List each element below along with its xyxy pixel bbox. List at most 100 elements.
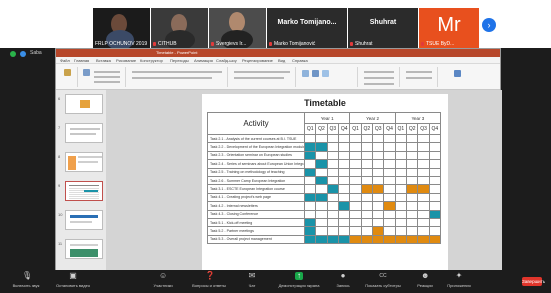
muted-mic-icon bbox=[153, 41, 156, 46]
gantt-cell bbox=[326, 192, 339, 203]
ribbon-tab[interactable]: Справка bbox=[292, 58, 308, 63]
gantt-bar-orange bbox=[372, 184, 385, 194]
gantt-cell bbox=[428, 133, 442, 144]
thumb-number: 7 bbox=[58, 125, 61, 130]
gantt-bar-teal bbox=[315, 175, 328, 186]
captions-button[interactable]: CC Показать субтитры bbox=[360, 272, 406, 288]
gantt-cell bbox=[315, 209, 328, 219]
chat-button[interactable]: ✉ Чат bbox=[242, 272, 262, 289]
gantt-row: Task 4.3 - Closing Conference bbox=[207, 209, 442, 219]
slide-thumbnail[interactable] bbox=[65, 152, 103, 172]
participant-tile[interactable]: FRLP OCHUNOV 2019 bbox=[93, 8, 150, 48]
participant-tile[interactable]: Svergievs Ir... bbox=[209, 8, 266, 48]
muted-mic-icon bbox=[421, 41, 424, 46]
quarter-header: Q4 bbox=[337, 123, 351, 135]
task-label: Task 5.2 - Partner meetings bbox=[207, 226, 305, 236]
record-button[interactable]: ● Запись bbox=[332, 272, 354, 289]
arrange-icon[interactable] bbox=[312, 70, 319, 77]
slide-thumbnail[interactable] bbox=[65, 239, 103, 259]
gantt-bar-teal bbox=[315, 159, 328, 169]
ribbon-tab[interactable]: Вид bbox=[278, 58, 285, 63]
ribbon-tab[interactable]: Файл bbox=[60, 58, 70, 63]
meeting-label: Saba bbox=[30, 50, 42, 56]
apps-button[interactable]: ✦ Приложения bbox=[442, 272, 476, 289]
muted-mic-icon bbox=[350, 41, 353, 46]
slide-thumbnail[interactable] bbox=[65, 210, 103, 230]
gantt-cell bbox=[303, 133, 317, 144]
gantt-row: Task 2.5 - Training on methodology of te… bbox=[207, 167, 442, 177]
info-icon[interactable] bbox=[20, 51, 26, 57]
gantt-cell bbox=[349, 167, 362, 177]
gantt-cell bbox=[394, 226, 408, 236]
gantt-cell bbox=[326, 226, 339, 236]
ribbon-tab[interactable]: Слайд-шоу bbox=[216, 58, 237, 63]
task-label: Task 4.3 - Closing Conference bbox=[207, 209, 305, 219]
gantt-row: Task 3.1 - ESCTE European Integration co… bbox=[207, 184, 442, 194]
new-slide-icon[interactable] bbox=[83, 69, 90, 76]
ribbon-tab[interactable]: Анимация bbox=[194, 58, 213, 63]
closed-captions-icon: CC bbox=[379, 273, 387, 279]
gantt-bar-orange bbox=[394, 234, 408, 245]
ribbon-group bbox=[230, 67, 296, 87]
gantt-bar-teal bbox=[303, 167, 317, 177]
slide-thumbnail-selected[interactable] bbox=[65, 181, 103, 201]
gantt-cell bbox=[406, 175, 419, 186]
participant-tile[interactable]: CITHUB bbox=[151, 8, 208, 48]
gantt-row: Task 5.2 - Partner meetings bbox=[207, 226, 442, 236]
reactions-button[interactable]: ☻ Реакции bbox=[412, 272, 438, 289]
stop-video-button[interactable]: ▣ Остановить видео bbox=[50, 272, 96, 289]
gantt-cell bbox=[428, 184, 442, 194]
participant-tile[interactable]: Shuhrat Shuhrat bbox=[348, 8, 418, 48]
ribbon-tab[interactable]: Вставка bbox=[96, 58, 111, 63]
designer-icon[interactable] bbox=[454, 70, 461, 77]
gantt-cell bbox=[349, 217, 362, 228]
gantt-cell bbox=[337, 159, 351, 169]
share-screen-button[interactable]: ↑ Демонстрация экрана bbox=[272, 272, 326, 289]
thumb-number: 8 bbox=[58, 154, 61, 159]
gantt-cell bbox=[315, 167, 328, 177]
ribbon-group bbox=[80, 67, 126, 87]
shapes-icon[interactable] bbox=[302, 70, 309, 77]
gantt-cell bbox=[372, 159, 385, 169]
gantt-cell bbox=[417, 217, 430, 228]
gantt-cell bbox=[326, 209, 339, 219]
gantt-cell bbox=[394, 150, 408, 161]
gantt-cell bbox=[326, 150, 339, 161]
year-header: Year 3 bbox=[394, 112, 442, 124]
gantt-cell bbox=[349, 192, 362, 203]
quick-styles-icon[interactable] bbox=[322, 70, 329, 77]
gantt-cell bbox=[406, 192, 419, 203]
gantt-cell bbox=[349, 201, 362, 211]
year-header: Year 2 bbox=[349, 112, 396, 124]
gantt-cell bbox=[326, 201, 339, 211]
participant-tile[interactable]: Marko Tomijano... Marko Tomijanović bbox=[267, 8, 347, 48]
ribbon-tab[interactable]: Рисование bbox=[116, 58, 136, 63]
gantt-cell bbox=[337, 226, 351, 236]
ribbon-tab[interactable]: Переходы bbox=[170, 58, 189, 63]
ribbon-tab[interactable]: Главная bbox=[74, 58, 89, 63]
participant-tile[interactable]: Mr TSUE ByD... bbox=[419, 8, 479, 48]
toolbar-label: Демонстрация экрана bbox=[278, 283, 320, 288]
gantt-cell bbox=[372, 192, 385, 203]
ribbon-tab[interactable]: Конструктор bbox=[140, 58, 163, 63]
gantt-cell bbox=[360, 133, 374, 144]
next-page-icon[interactable]: › bbox=[482, 18, 496, 32]
ribbon-group bbox=[58, 67, 78, 87]
unmute-button[interactable]: 🎙 Включить звук bbox=[4, 272, 48, 289]
participants-button[interactable]: ☺ Участники bbox=[146, 272, 180, 289]
slide-thumbnail[interactable] bbox=[65, 94, 103, 114]
gantt-cell bbox=[360, 175, 374, 186]
security-icon[interactable] bbox=[10, 51, 16, 57]
slide-canvas[interactable]: Timetable Activity Year 1 Year 2 Year 3 … bbox=[202, 94, 448, 271]
qa-button[interactable]: ❓ Вопросы и ответы bbox=[184, 272, 234, 289]
gantt-bar-orange bbox=[360, 184, 374, 194]
end-meeting-button[interactable]: Завершить bbox=[522, 277, 545, 286]
gantt-bar-orange bbox=[406, 184, 419, 194]
toolbar-label: Остановить видео bbox=[55, 283, 91, 288]
paste-icon[interactable] bbox=[64, 69, 71, 76]
slide-thumbnail[interactable] bbox=[65, 123, 103, 143]
gantt-cell bbox=[394, 201, 408, 211]
toolbar-label: Показать субтитры bbox=[365, 283, 401, 288]
ribbon-tab[interactable]: Рецензирование bbox=[242, 58, 273, 63]
muted-mic-icon bbox=[211, 41, 214, 46]
